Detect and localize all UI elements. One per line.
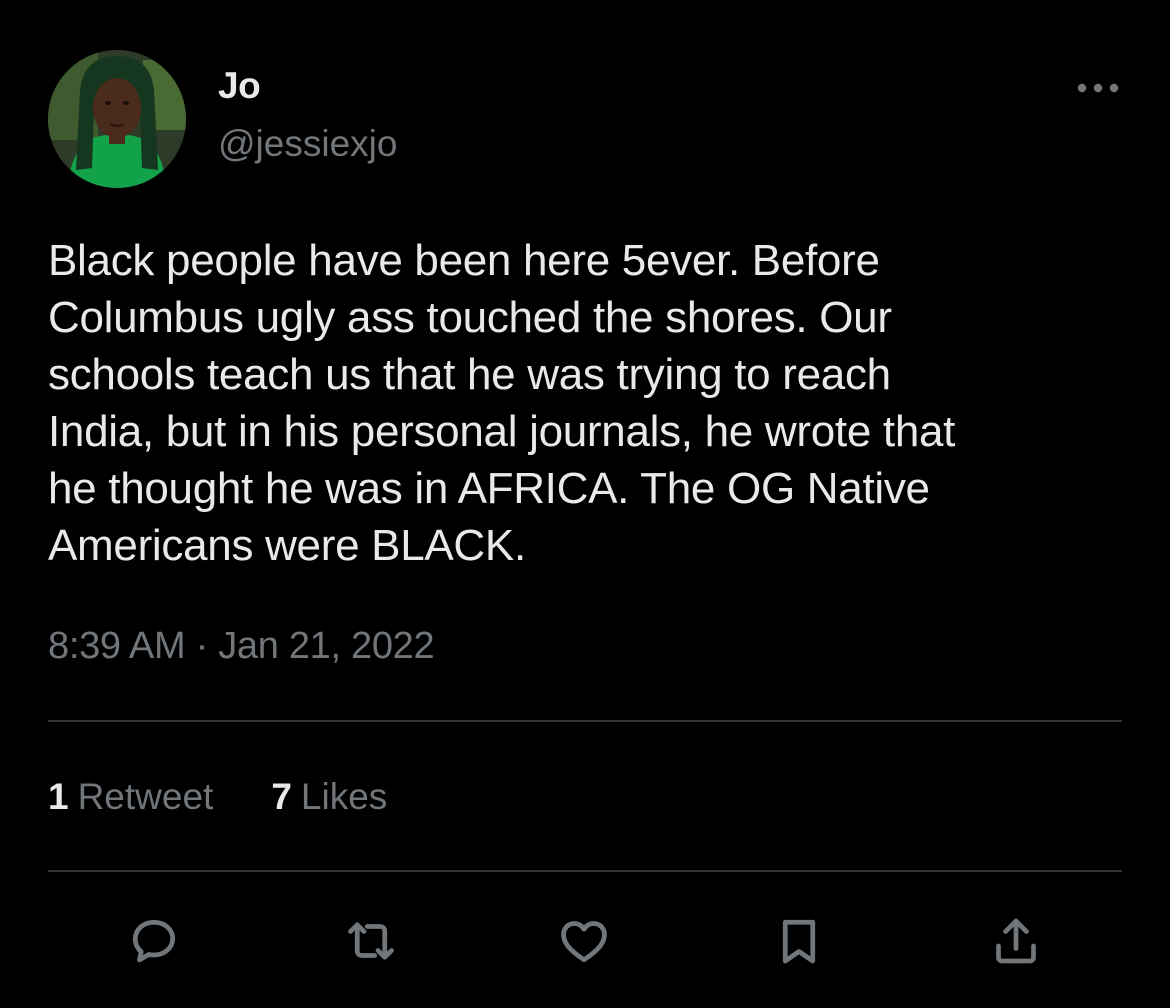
avatar[interactable]	[48, 50, 186, 188]
divider	[48, 870, 1122, 872]
ellipsis-icon	[1077, 83, 1119, 93]
tweet-text: Black people have been here 5ever. Befor…	[48, 236, 956, 570]
action-bar	[0, 908, 1170, 974]
more-options-button[interactable]	[1070, 70, 1126, 106]
like-button[interactable]	[551, 908, 617, 974]
tweet-timestamp[interactable]: 8:39 AM · Jan 21, 2022	[48, 622, 435, 670]
retweets-count: 1	[48, 776, 69, 817]
bookmark-icon	[782, 919, 816, 964]
bookmark-button[interactable]	[766, 908, 832, 974]
speech-bubble-icon	[132, 919, 176, 963]
heart-icon	[561, 921, 607, 963]
profile-photo	[48, 50, 186, 188]
retweets-stat[interactable]: 1 Retweet	[48, 774, 213, 820]
share-upload-icon	[996, 918, 1036, 964]
share-button[interactable]	[983, 908, 1049, 974]
likes-label: Likes	[300, 776, 388, 817]
retweets-label: Retweet	[77, 776, 214, 817]
likes-stat[interactable]: 7 Likes	[271, 774, 387, 820]
retweet-arrows-icon	[348, 922, 394, 960]
display-name[interactable]: Jo	[218, 64, 261, 108]
engagement-stats: 1 Retweet 7 Likes	[48, 774, 387, 820]
retweet-button[interactable]	[338, 908, 404, 974]
user-handle[interactable]: @jessiexjo	[218, 122, 397, 166]
divider	[48, 720, 1122, 722]
reply-button[interactable]	[121, 908, 187, 974]
likes-count: 7	[271, 776, 292, 817]
